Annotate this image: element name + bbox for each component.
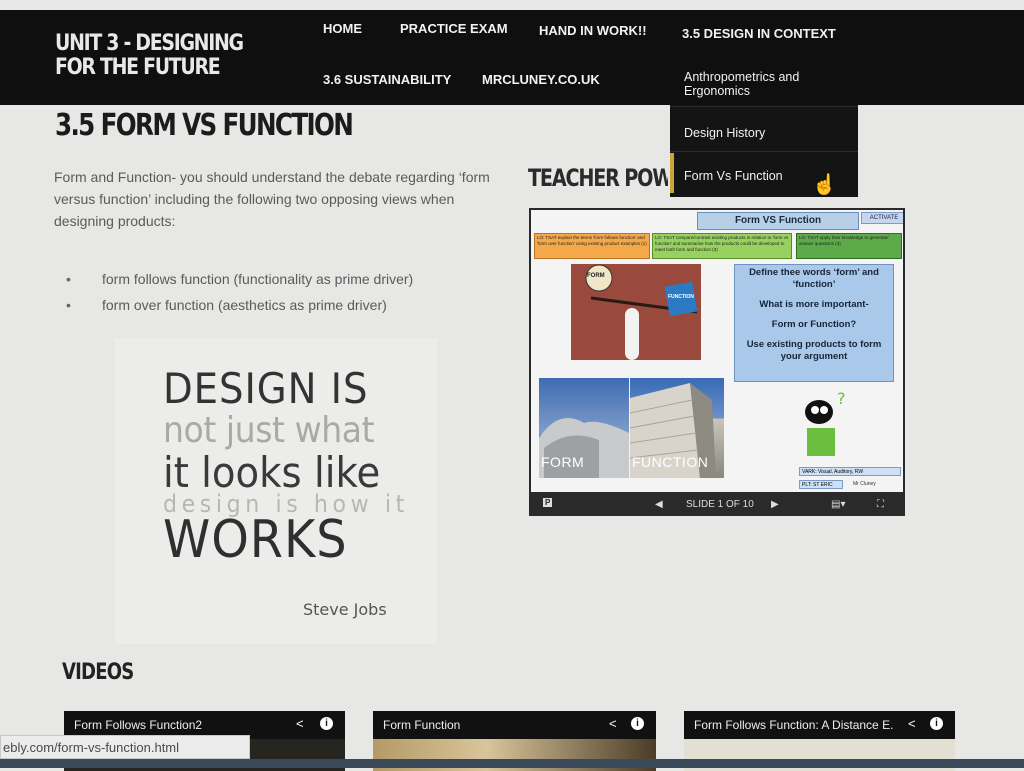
teacher-power-heading: TEACHER POWER: [528, 164, 668, 192]
slideshow-embed[interactable]: Form VS Function ACTIVATE LO: TSAT expla…: [529, 208, 905, 516]
form-photo: FORM: [539, 378, 629, 478]
objective-box: LO: TSAT apply their knowledge to genera…: [796, 233, 902, 259]
videos-heading: VIDEOS: [62, 660, 134, 685]
info-icon[interactable]: i: [930, 717, 943, 730]
hand-cursor-icon: ☝: [812, 174, 837, 196]
status-bar-url: ebly.com/form-vs-function.html: [0, 735, 250, 759]
nav-hand-in-work[interactable]: HAND IN WORK!!: [539, 23, 647, 38]
site-logo[interactable]: UNIT 3 - DESIGNING FOR THE FUTURE: [55, 32, 253, 80]
fullscreen-icon[interactable]: ⛶: [877, 499, 884, 510]
bullet-list: form follows function (functionality as …: [66, 266, 413, 318]
info-icon[interactable]: i: [320, 717, 333, 730]
dropdown-item-design-history[interactable]: Design History: [684, 126, 854, 140]
dropdown-divider: [670, 151, 858, 152]
slide-activate-label: ACTIVATE: [861, 212, 903, 224]
next-slide-icon[interactable]: ▶: [771, 499, 779, 510]
video-title[interactable]: Form Follows Function: A Distance E...: [694, 718, 894, 732]
objective-box: LO: TSAT explain the terms 'form follows…: [534, 233, 650, 259]
question-text: What is more important-: [759, 299, 869, 310]
question-box: Define thee words ‘form’ and ‘function’ …: [734, 264, 894, 382]
quote-line: DESIGN IS: [163, 364, 369, 413]
previous-slide-icon[interactable]: ◀: [655, 499, 663, 510]
nav-sustainability[interactable]: 3.6 SUSTAINABILITY: [323, 72, 451, 87]
nav-home[interactable]: HOME: [323, 21, 362, 36]
share-icon[interactable]: <: [908, 716, 916, 731]
function-photo: FUNCTION: [630, 378, 724, 478]
intro-text: Form and Function- you should understand…: [54, 169, 490, 229]
slide-author: Mr Cluney: [853, 481, 876, 487]
form-function-cartoon: FORM FUNCTION: [571, 264, 701, 360]
quote-author: Steve Jobs: [303, 600, 387, 619]
taskbar[interactable]: [0, 759, 1024, 768]
quote-image: DESIGN IS not just what it looks like de…: [115, 338, 437, 644]
dropdown-item-anthropometrics[interactable]: Anthropometrics and Ergonomics: [684, 70, 854, 98]
share-icon[interactable]: <: [296, 716, 304, 731]
svg-text:?: ?: [837, 389, 846, 408]
active-indicator: [670, 153, 674, 193]
dropdown-divider: [670, 106, 858, 107]
thinking-character-icon: ?: [805, 389, 846, 456]
objective-box: LO: TSAT compare/contrast existing produ…: [652, 233, 792, 259]
nav-design-in-context[interactable]: 3.5 DESIGN IN CONTEXT: [682, 26, 836, 41]
photo-label: FUNCTION: [632, 454, 709, 470]
nav-mrcluney[interactable]: MRCLUNEY.CO.UK: [482, 72, 600, 87]
list-item: form over function (aesthetics as prime …: [66, 292, 413, 318]
question-text: Use existing products to form your argum…: [746, 339, 882, 362]
vark-label: VARK: Visual, Auditory, RW: [799, 467, 901, 476]
cartoon-form-label: FORM: [587, 273, 605, 279]
video-title[interactable]: Form Function: [383, 718, 593, 732]
nav-practice-exam[interactable]: PRACTICE EXAM: [400, 21, 508, 36]
slide[interactable]: Form VS Function ACTIVATE LO: TSAT expla…: [531, 210, 903, 492]
share-icon[interactable]: <: [609, 716, 617, 731]
plt-label: PLT: ST ERIC: [799, 480, 843, 489]
photo-label: FORM: [541, 454, 585, 470]
info-icon[interactable]: i: [631, 717, 644, 730]
notes-icon[interactable]: ▤▾: [831, 499, 845, 510]
list-item: form follows function (functionality as …: [66, 266, 413, 292]
question-text: Define thee words ‘form’ and ‘function’: [749, 267, 879, 290]
page-title: 3.5 FORM VS FUNCTION: [55, 108, 354, 143]
slide-counter: SLIDE 1 OF 10: [686, 499, 754, 510]
quote-line: not just what: [163, 410, 375, 451]
quote-line: WORKS: [163, 510, 348, 570]
slide-title: Form VS Function: [697, 212, 859, 230]
question-text: Form or Function?: [771, 319, 857, 330]
cartoon-function-label: FUNCTION: [668, 294, 694, 300]
site-header: UNIT 3 - DESIGNING FOR THE FUTURE HOME P…: [0, 10, 1024, 105]
video-title[interactable]: Form Follows Function2: [74, 718, 284, 732]
slideshow-controls: P ◀ SLIDE 1 OF 10 ▶ ▤▾ ⛶: [529, 494, 905, 516]
powerpoint-icon[interactable]: P: [543, 498, 553, 507]
